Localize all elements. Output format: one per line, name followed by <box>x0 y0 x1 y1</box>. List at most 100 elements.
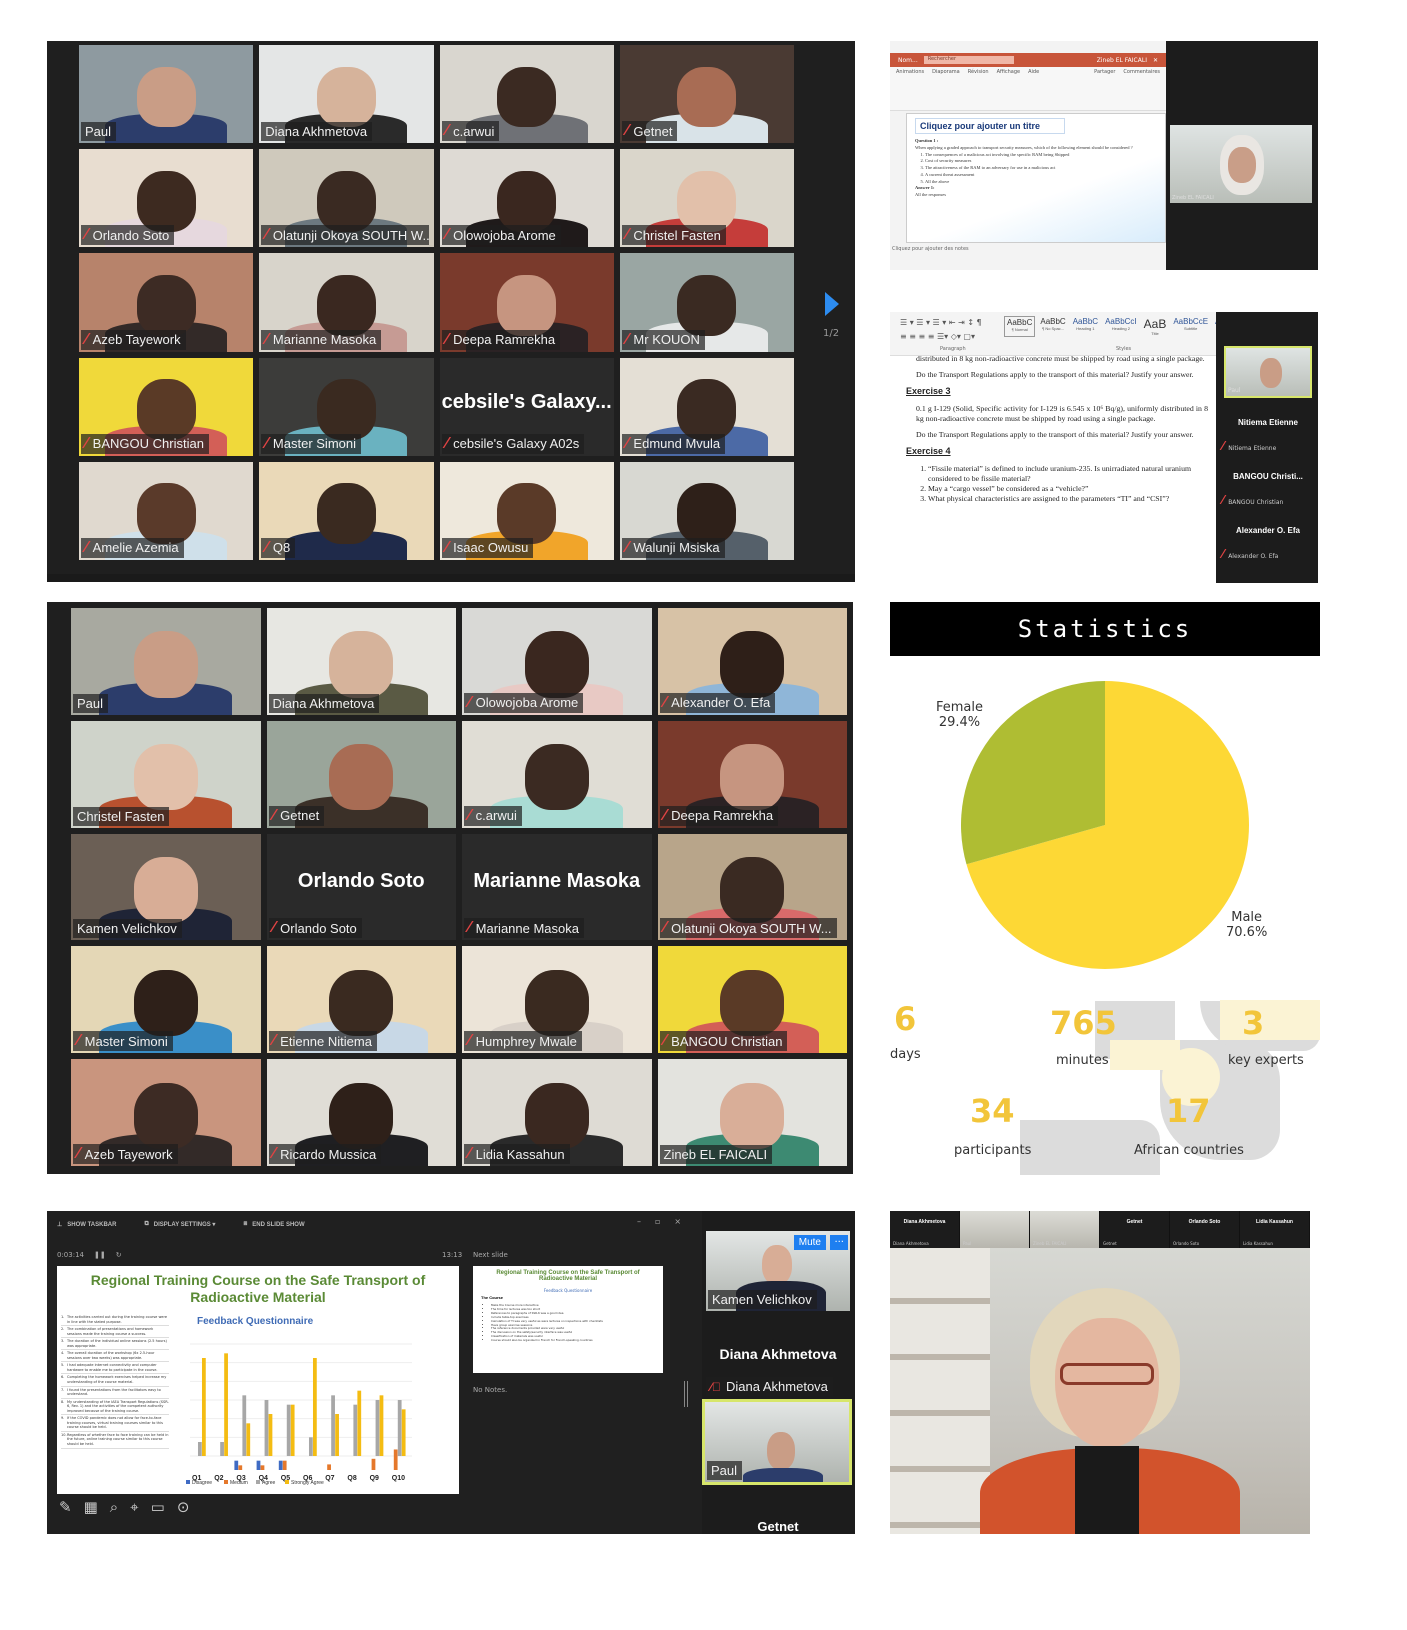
slide-canvas[interactable]: Cliquez pour ajouter un titre Question 1… <box>906 113 1166 243</box>
participant-tile[interactable]: ⁄ Getnet <box>266 720 456 828</box>
active-speaker-video[interactable] <box>890 1248 1310 1534</box>
participant-tile[interactable]: Diana Akhmetova <box>266 608 456 715</box>
style-preset[interactable]: AaB Title <box>1142 316 1169 337</box>
ribbon-tab[interactable]: Animations <box>896 69 924 75</box>
participant-tile[interactable]: ⁄ Olatunji Okoya SOUTH W... <box>259 149 434 248</box>
participant-tile[interactable]: ⁄ Walunji Msiska <box>619 461 794 560</box>
slides-grid-icon[interactable]: ▦ <box>84 1498 98 1516</box>
participant-tile[interactable]: Orlando Soto ⁄ Orlando Soto <box>266 833 456 941</box>
close-icon[interactable]: ✕ <box>1153 57 1158 64</box>
participant-tile[interactable]: ⁄ Christel Fasten <box>619 149 794 248</box>
ribbon-tab[interactable]: Aide <box>1028 69 1039 75</box>
pointer-icon[interactable]: ⌖ <box>130 1498 138 1516</box>
participant-name: BANGOU Christian <box>671 1033 783 1049</box>
comments-button[interactable]: Commentaires <box>1123 69 1160 75</box>
participant-tile[interactable]: ⁄ Master Simoni <box>71 946 261 1054</box>
word-share-panel: ☰ ▾ ☰ ▾ ☰ ▾ ⇤ ⇥ ↕ ¶ ≡ ≡ ≡ ≡ ☰▾ ◇▾ ▢▾ AaB… <box>890 312 1318 583</box>
participant-tile[interactable]: Zineb EL FAICALI <box>657 1059 847 1166</box>
next-page-button[interactable] <box>822 289 842 319</box>
participant-tile[interactable]: ⁄ Deepa Ramrekha <box>657 720 847 828</box>
current-slide[interactable]: Regional Training Course on the Safe Tra… <box>57 1266 459 1494</box>
participant-tile[interactable]: Paul <box>71 608 261 715</box>
participant-tile[interactable]: ⁄ c.arwui <box>439 45 614 144</box>
zoom-icon[interactable]: ⌕ <box>110 1498 118 1516</box>
share-button[interactable]: Partager <box>1094 69 1115 75</box>
participant-tile[interactable]: Christel Fasten <box>71 720 261 828</box>
minimize-icon[interactable]: – <box>637 1217 641 1226</box>
file-name[interactable]: Nom... <box>898 57 918 64</box>
participant-thumbnail[interactable]: Paul <box>960 1211 1030 1248</box>
speaker-notes[interactable]: No Notes. <box>473 1386 507 1394</box>
slide-title[interactable]: Cliquez pour ajouter un titre <box>915 118 1065 134</box>
participant-video-kamen[interactable]: Mute ··· Kamen Velichkov <box>706 1231 850 1311</box>
participant-tile[interactable]: ⁄ Amelie Azemia <box>79 461 254 560</box>
participant-tile[interactable]: Paul <box>79 45 254 144</box>
alignment-tools[interactable]: ≡ ≡ ≡ ≡ ☰▾ ◇▾ ▢▾ <box>900 332 975 341</box>
participant-tile[interactable]: ⁄ BANGOU Christian <box>657 946 847 1054</box>
notes-pane[interactable]: Cliquez pour ajouter des notes <box>892 246 969 252</box>
participant-tile[interactable]: ⁄ Olowojoba Arome <box>462 608 652 715</box>
participant-tile[interactable]: ⁄ Deepa Ramrekha <box>439 253 614 352</box>
participant-tile[interactable]: ⁄ Olowojoba Arome <box>439 149 614 248</box>
participant-tile[interactable]: ⁄ Alexander O. Efa <box>657 608 847 715</box>
reset-icon[interactable]: ↻ <box>116 1251 122 1259</box>
participant-tile[interactable]: ⁄ Azeb Tayework <box>79 253 254 352</box>
search-box[interactable]: Rechercher <box>923 56 1014 64</box>
pane-resize-handle[interactable] <box>684 1381 688 1407</box>
mute-button[interactable]: Mute <box>793 1235 826 1250</box>
toolbar-button[interactable]: ⧈ END SLIDE SHOW <box>243 1221 304 1228</box>
ribbon-tab[interactable]: Affichage <box>997 69 1021 75</box>
participant-thumbnail[interactable]: Lidia Kassahun Lidia Kassahun <box>1240 1211 1310 1248</box>
participant-name-tag: Diana Akhmetova <box>268 693 380 713</box>
participant-tile[interactable]: ⁄ Orlando Soto <box>79 149 254 248</box>
next-slide-preview[interactable]: Regional Training Course on the Safe Tra… <box>473 1266 663 1373</box>
toolbar-button[interactable]: ⧉ DISPLAY SETTINGS ▾ <box>144 1221 215 1228</box>
participant-video-paul[interactable]: Paul <box>702 1399 852 1485</box>
document-body[interactable]: distributed in 8 kg non-radioactive conc… <box>898 354 1216 583</box>
participant-face <box>316 274 376 336</box>
participant-tile[interactable]: ⁄ Mr KOUON <box>619 253 794 352</box>
restore-icon[interactable]: ▫ <box>655 1217 660 1226</box>
ribbon-tab[interactable]: Révision <box>968 69 989 75</box>
participant-tile[interactable]: ⁄ Edmund Mvula <box>619 357 794 456</box>
toolbar-button[interactable]: ⊥ SHOW TASKBAR <box>57 1221 116 1229</box>
participant-name-tag: Orlando Soto <box>1173 1241 1200 1246</box>
participant-tile[interactable]: Diana Akhmetova <box>259 45 434 144</box>
participant-tile[interactable]: ⁄ Azeb Tayework <box>71 1059 261 1166</box>
participant-tile[interactable]: ⁄ Q8 <box>259 461 434 560</box>
participant-tile[interactable]: ⁄ Marianne Masoka <box>259 253 434 352</box>
participant-video[interactable]: Zineb EL FAICALI <box>1170 125 1312 203</box>
style-preset[interactable]: AaBbC Heading 1 <box>1071 316 1100 337</box>
participant-name: Paul <box>1228 387 1241 394</box>
participant-tile[interactable]: ⁄ BANGOU Christian <box>79 357 254 456</box>
style-preset[interactable]: AaBbC ¶ Normal <box>1004 316 1036 337</box>
participant-tile[interactable]: ⁄ Olatunji Okoya SOUTH W... <box>657 833 847 941</box>
participant-video[interactable]: Paul <box>1224 346 1312 398</box>
pen-icon[interactable]: ✎ <box>59 1498 72 1516</box>
participant-thumbnail[interactable]: Zineb EL FAICALI <box>1030 1211 1100 1248</box>
participant-tile[interactable]: Marianne Masoka ⁄ Marianne Masoka <box>462 833 652 941</box>
participant-tile[interactable]: Kamen Velichkov <box>71 833 261 941</box>
participant-tile[interactable]: ⁄ Getnet <box>619 45 794 144</box>
close-icon[interactable]: × <box>674 1217 681 1226</box>
style-preset[interactable]: AaBbC ¶ No Spac... <box>1038 316 1067 337</box>
more-options-button[interactable]: ··· <box>830 1235 848 1250</box>
paragraph-tools[interactable]: ☰ ▾ ☰ ▾ ☰ ▾ ⇤ ⇥ ↕ ¶ <box>900 318 982 327</box>
participant-thumbnail[interactable]: Orlando Soto Orlando Soto <box>1170 1211 1240 1248</box>
participant-thumbnail[interactable]: Diana Akhmetova Diana Akhmetova <box>890 1211 960 1248</box>
participant-tile[interactable]: ⁄ Humphrey Mwale <box>462 946 652 1054</box>
pause-icon[interactable]: ❚❚ <box>94 1251 106 1259</box>
ribbon-tab[interactable]: Diaporama <box>932 69 960 75</box>
participant-tile[interactable]: ⁄ Etienne Nitiema <box>266 946 456 1054</box>
more-options-icon[interactable]: ⊙ <box>177 1498 190 1516</box>
participant-tile[interactable]: cebsile's Galaxy... ⁄ cebsile's Galaxy A02… <box>439 357 614 456</box>
style-preset[interactable]: AaBbCcI Heading 2 <box>1103 316 1139 337</box>
participant-thumbnail[interactable]: Getnet Getnet <box>1100 1211 1170 1248</box>
participant-tile[interactable]: ⁄ Lidia Kassahun <box>462 1059 652 1166</box>
participant-tile[interactable]: ⁄ Isaac Owusu <box>439 461 614 560</box>
style-preset[interactable]: AaBbCcE Subtitle <box>1171 316 1210 337</box>
participant-tile[interactable]: ⁄ Master Simoni <box>259 357 434 456</box>
participant-tile[interactable]: ⁄ Ricardo Mussica <box>266 1059 456 1166</box>
subtitles-icon[interactable]: ▭ <box>151 1498 165 1516</box>
participant-tile[interactable]: ⁄ c.arwui <box>462 720 652 828</box>
